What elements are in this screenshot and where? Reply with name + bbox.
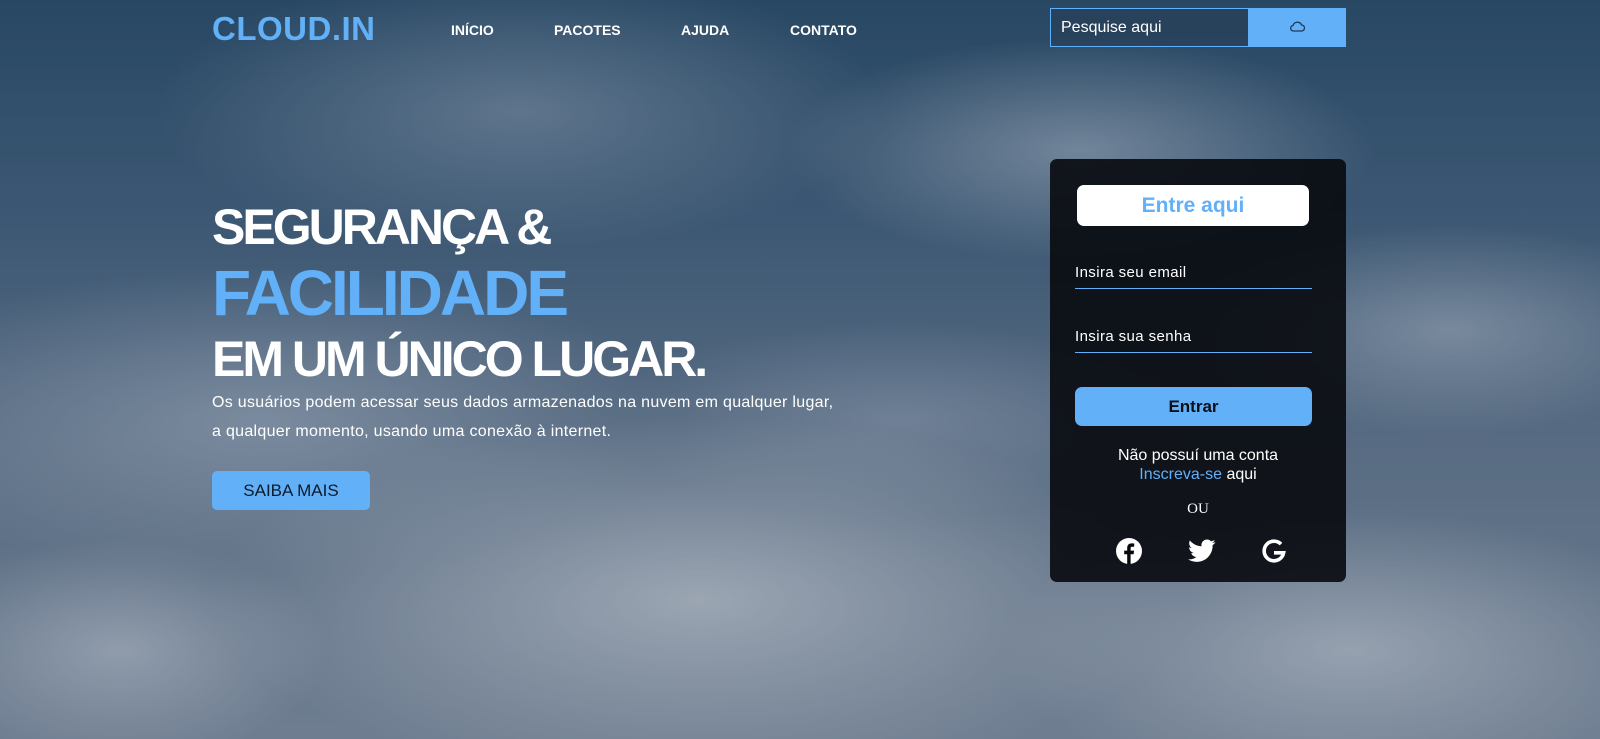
google-icon[interactable]	[1259, 536, 1289, 566]
password-field[interactable]	[1075, 321, 1312, 353]
page: CLOUD.IN INÍCIO PACOTES AJUDA CONTATO SE…	[0, 0, 1600, 739]
login-title: Entre aqui	[1077, 185, 1309, 226]
learn-more-button[interactable]: SAIBA MAIS	[212, 471, 370, 510]
hero-title-line-3: EM UM ÚNICO LUGAR.	[212, 331, 708, 387]
search-bar	[1050, 8, 1346, 47]
search-button[interactable]	[1248, 8, 1346, 47]
logo[interactable]: CLOUD.IN	[212, 10, 376, 48]
hero-description: Os usuários podem acessar seus dados arm…	[212, 388, 912, 446]
search-input[interactable]	[1050, 8, 1248, 47]
login-card: Entre aqui Entrar Não possuí uma conta I…	[1050, 159, 1346, 582]
nav-item-pacotes[interactable]: PACOTES	[554, 22, 621, 38]
signup-prompt: Não possuí uma conta Inscreva-se aqui	[1050, 446, 1346, 484]
hero-title-highlight: FACILIDADE	[212, 257, 569, 329]
nav-item-contato[interactable]: CONTATO	[790, 22, 857, 38]
hero-description-line-2: a qualquer momento, usando uma conexão à…	[212, 423, 612, 440]
signup-suffix: aqui	[1222, 466, 1257, 483]
signup-link[interactable]: Inscreva-se	[1139, 466, 1222, 483]
nav-item-ajuda[interactable]: AJUDA	[681, 22, 729, 38]
twitter-icon[interactable]	[1187, 536, 1217, 566]
or-divider: OU	[1187, 501, 1209, 517]
nav-item-inicio[interactable]: INÍCIO	[451, 22, 494, 38]
cloud-icon	[1289, 20, 1306, 35]
facebook-icon[interactable]	[1114, 536, 1144, 566]
email-field[interactable]	[1075, 257, 1312, 289]
signup-line: Inscreva-se aqui	[1050, 465, 1346, 484]
no-account-text: Não possuí uma conta	[1117, 447, 1279, 464]
login-button[interactable]: Entrar	[1075, 387, 1312, 426]
hero-title-line-1: SEGURANÇA &	[212, 199, 552, 255]
hero-description-line-1: Os usuários podem acessar seus dados arm…	[212, 394, 834, 411]
